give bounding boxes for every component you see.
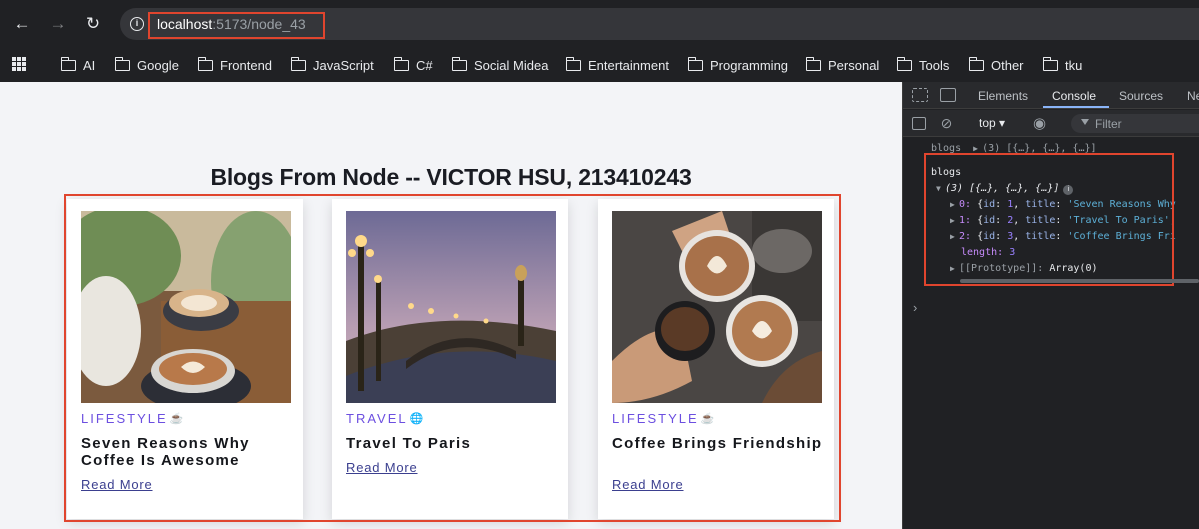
- folder-icon: [805, 56, 821, 71]
- filter-input[interactable]: Filter: [1071, 114, 1199, 133]
- folder-icon: [290, 56, 306, 71]
- devtools-panel: Elements Console Sources Ne ⊘ top ▾ ◉ Fi…: [902, 82, 1199, 529]
- bookmark-folder-csharp[interactable]: C#: [393, 56, 433, 74]
- bookmark-folder-social-midea[interactable]: Social Midea: [451, 56, 548, 74]
- folder-icon: [896, 56, 912, 71]
- bookmarks-bar: AI Google Frontend JavaScript C# Social …: [0, 48, 1199, 82]
- tab-elements[interactable]: Elements: [978, 89, 1028, 103]
- folder-icon: [451, 56, 467, 71]
- folder-icon: [687, 56, 703, 71]
- bookmark-folder-ai[interactable]: AI: [60, 56, 95, 74]
- folder-icon: [60, 56, 76, 71]
- context-select[interactable]: top ▾: [979, 116, 1005, 130]
- bookmark-folder-frontend[interactable]: Frontend: [197, 56, 272, 74]
- url-highlight-box: [148, 12, 325, 39]
- folder-icon: [565, 56, 581, 71]
- folder-icon: [1042, 56, 1058, 71]
- folder-icon: [197, 56, 213, 71]
- page-title: Blogs From Node -- VICTOR HSU, 213410243: [210, 164, 692, 190]
- tab-network[interactable]: Ne: [1187, 89, 1199, 103]
- filter-icon: [1081, 119, 1089, 125]
- tab-console[interactable]: Console: [1052, 89, 1096, 103]
- inspect-element-icon[interactable]: [912, 88, 928, 102]
- eye-icon[interactable]: ◉: [1032, 116, 1047, 131]
- bookmark-folder-javascript[interactable]: JavaScript: [290, 56, 374, 74]
- bookmark-folder-google[interactable]: Google: [114, 56, 179, 74]
- back-icon[interactable]: ←: [11, 13, 33, 35]
- folder-icon: [968, 56, 984, 71]
- device-toolbar-icon[interactable]: [940, 88, 956, 102]
- bookmark-folder-tools[interactable]: Tools: [896, 56, 949, 74]
- bookmark-folder-other[interactable]: Other: [968, 56, 1024, 74]
- bookmark-folder-personal[interactable]: Personal: [805, 56, 879, 74]
- reload-icon[interactable]: ↻: [82, 13, 104, 35]
- clear-console-icon[interactable]: ⊘: [939, 116, 954, 131]
- console-prompt-icon[interactable]: ›: [913, 300, 917, 315]
- browser-toolbar: ← → ↻ i localhost:5173/node_43: [0, 0, 1199, 48]
- active-tab-indicator: [1043, 106, 1109, 108]
- site-info-icon[interactable]: i: [130, 17, 144, 31]
- devtools-tabbar: Elements Console Sources Ne: [903, 82, 1199, 109]
- bookmark-folder-entertainment[interactable]: Entertainment: [565, 56, 669, 74]
- bookmark-folder-programming[interactable]: Programming: [687, 56, 788, 74]
- console-scrollbar[interactable]: [960, 279, 1199, 283]
- folder-icon: [114, 56, 130, 71]
- forward-icon[interactable]: →: [47, 13, 69, 35]
- apps-grid-icon[interactable]: [12, 57, 26, 71]
- console-toolbar: ⊘ top ▾ ◉ Filter: [903, 110, 1199, 137]
- bookmark-folder-tku[interactable]: tku: [1042, 56, 1082, 74]
- folder-icon: [393, 56, 409, 71]
- tab-sources[interactable]: Sources: [1119, 89, 1163, 103]
- console-highlight-box: [924, 153, 1174, 286]
- cards-highlight-box: [64, 194, 841, 522]
- sidebar-toggle-icon[interactable]: [912, 117, 926, 130]
